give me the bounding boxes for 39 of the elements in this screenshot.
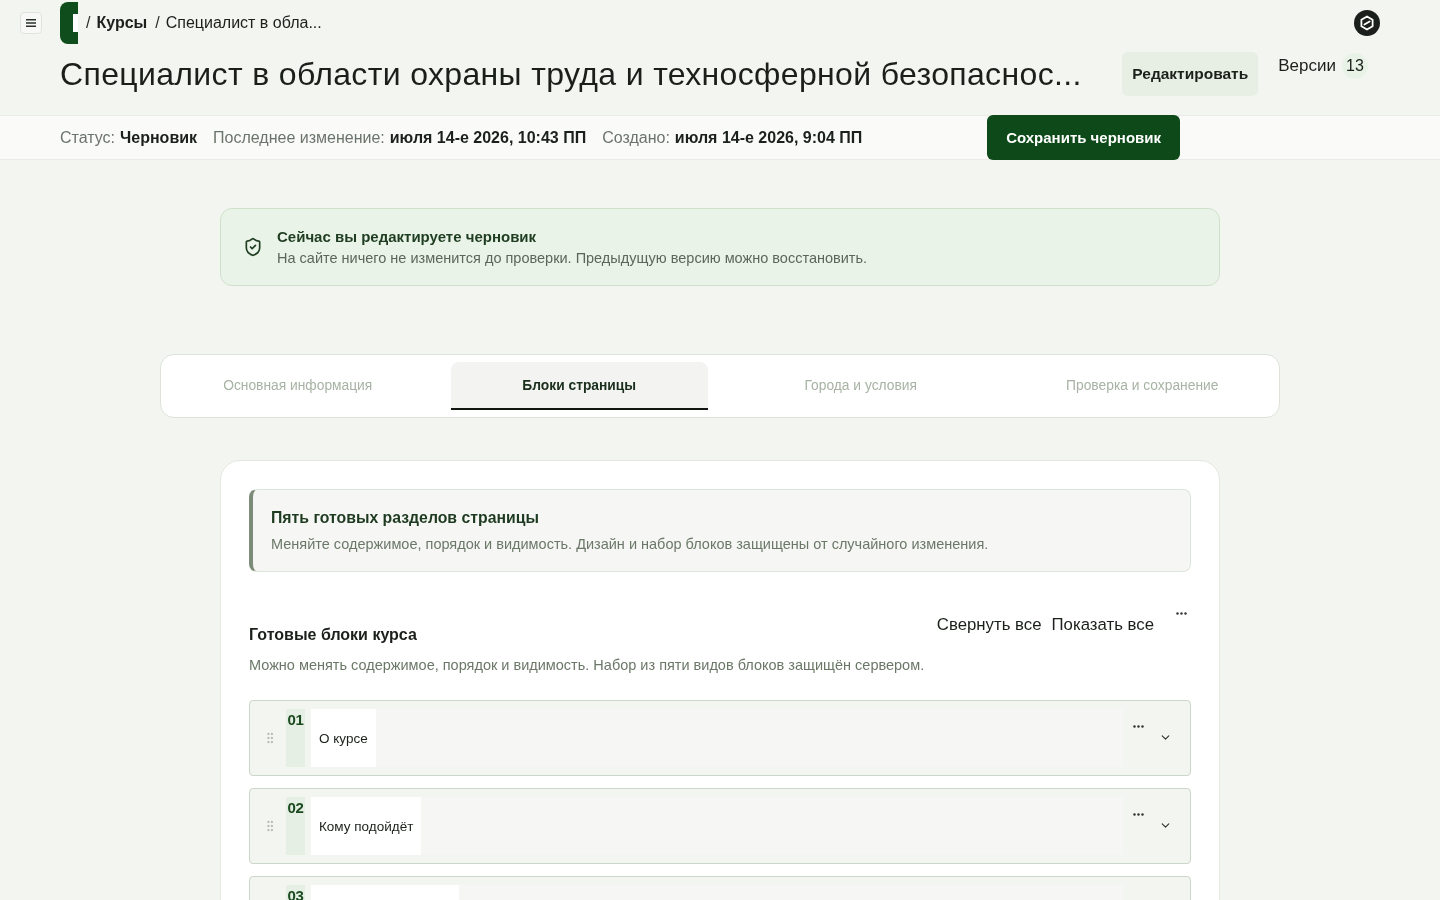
edit-button[interactable]: Редактировать [1122,52,1259,96]
breadcrumb-link[interactable]: Курсы [96,14,148,32]
logo-icon [60,2,78,44]
meta-value: июля 14-е 2026, 10:43 ПП [389,128,587,147]
section-more-button[interactable] [1176,612,1187,615]
save-draft-button[interactable]: Сохранить черновик [987,115,1180,160]
more-icon [1133,725,1144,728]
meta-label: Последнее изменение: [213,128,385,147]
meta-value: июля 14-е 2026, 9:04 ПП [674,128,863,147]
block-number: 01 [286,709,305,767]
hexagon-emblem-icon[interactable] [1354,10,1380,36]
menu-icon [26,19,36,27]
tab[interactable]: Блоки страницы [450,362,708,410]
breadcrumb-current[interactable]: Специалист в обла... [165,14,322,32]
section-description: Можно менять содержимое, порядок и видимость. Набор из пяти видов блоков защищён сервером. [249,656,926,674]
section-action-button[interactable]: Показать все [1051,615,1154,635]
block-more-button[interactable] [1133,725,1144,728]
breadcrumb-separator: / [86,14,91,32]
block-number: 02 [286,797,305,855]
more-icon [1133,813,1144,816]
meta-value: Черновик [120,128,198,147]
more-icon [1176,612,1187,615]
meta-label: Создано: [602,128,670,147]
shield-check-icon [243,237,263,257]
versions-count: 13 [1342,53,1368,79]
breadcrumb-separator: / [155,14,160,32]
block-title-field[interactable]: Кому подойдёт [311,797,422,855]
block-more-button[interactable] [1133,813,1144,816]
versions-button[interactable]: Версии 13 [1278,52,1368,80]
info-title: Пять готовых разделов страницы [271,509,540,527]
menu-button[interactable] [20,12,42,34]
section-action-button[interactable]: Свернуть все [936,615,1042,635]
section-title: Готовые блоки курса [249,625,417,645]
page-title: Специалист в области охраны труда и техносферной безопаснос... [60,55,1083,94]
meta-label: Статус: [60,128,116,147]
notice-text: На сайте ничего не изменится до проверки. Предыдущую версию можно восстановить. [277,250,868,266]
block-title-field[interactable]: О курсе [311,709,376,767]
info-text: Меняйте содержимое, порядок и видимость. Дизайн и набор блоков защищены от случайного изменения. [271,536,990,552]
notice-title: Сейчас вы редактируете черновик [277,228,538,245]
